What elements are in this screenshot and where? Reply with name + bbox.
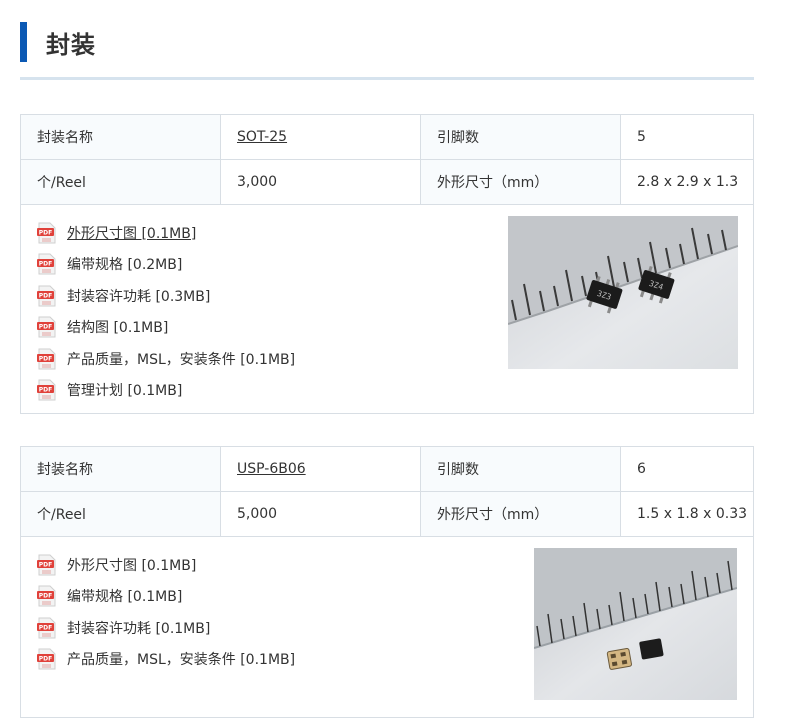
package-card-sot-25: 封装名称 SOT-25 引脚数 5 个/Reel 3,000 外形尺寸（mm） … [20, 114, 754, 414]
document-label: 管理计划 [0.1MB] [67, 383, 183, 400]
table-row: 个/Reel 3,000 外形尺寸（mm） 2.8 x 2.9 x 1.3 [21, 159, 753, 205]
document-label: 外形尺寸图 [0.1MB] [67, 225, 197, 242]
pdf-icon: PDF [37, 285, 56, 307]
pin-count-value: 5 [620, 115, 753, 160]
table-row: 封装名称 USP-6B06 引脚数 6 [21, 447, 753, 492]
package-card-usp-6b06: 封装名称 USP-6B06 引脚数 6 个/Reel 5,000 外形尺寸（mm… [20, 446, 754, 718]
heading-divider [20, 77, 754, 80]
per-reel-value: 5,000 [220, 491, 421, 537]
document-label: 产品质量，MSL，安装条件 [0.1MB] [67, 652, 296, 669]
document-link-quality-msl[interactable]: PDF 产品质量，MSL，安装条件 [0.1MB] [37, 343, 295, 375]
document-label: 外形尺寸图 [0.1MB] [67, 557, 197, 574]
svg-text:PDF: PDF [39, 229, 52, 236]
document-link-tape-spec[interactable]: PDF 编带规格 [0.2MB] [37, 249, 295, 281]
svg-text:PDF: PDF [39, 355, 52, 362]
document-link-tape-spec[interactable]: PDF 编带规格 [0.1MB] [37, 581, 295, 613]
pdf-icon: PDF [37, 222, 56, 244]
svg-text:PDF: PDF [39, 624, 52, 631]
package-spec-table: 封装名称 SOT-25 引脚数 5 个/Reel 3,000 外形尺寸（mm） … [21, 115, 753, 205]
document-label: 产品质量，MSL，安装条件 [0.1MB] [67, 351, 296, 368]
document-link-quality-msl[interactable]: PDF 产品质量，MSL，安装条件 [0.1MB] [37, 644, 295, 676]
pdf-icon: PDF [37, 348, 56, 370]
svg-text:PDF: PDF [39, 656, 52, 663]
pdf-icon: PDF [37, 617, 56, 639]
document-list: PDF 外形尺寸图 [0.1MB] PDF 编带规格 [0.2MB] PDF 封… [37, 217, 295, 406]
heading-accent-bar [20, 22, 27, 62]
package-name-label: 封装名称 [21, 447, 221, 492]
pdf-icon: PDF [37, 585, 56, 607]
svg-text:PDF: PDF [39, 292, 52, 299]
dimensions-label: 外形尺寸（mm） [420, 491, 621, 537]
document-link-structure[interactable]: PDF 结构图 [0.1MB] [37, 312, 295, 344]
pdf-icon: PDF [37, 648, 56, 670]
document-label: 封装容许功耗 [0.3MB] [67, 288, 211, 305]
document-link-outline-drawing[interactable]: PDF 外形尺寸图 [0.1MB] [37, 217, 295, 249]
per-reel-value: 3,000 [220, 159, 421, 205]
document-list: PDF 外形尺寸图 [0.1MB] PDF 编带规格 [0.1MB] PDF 封… [37, 549, 295, 675]
pdf-icon: PDF [37, 379, 56, 401]
pdf-icon: PDF [37, 253, 56, 275]
package-photo-sot-25: 3Z3 3Z4 [508, 216, 738, 369]
document-link-control-plan[interactable]: PDF 管理计划 [0.1MB] [37, 375, 295, 407]
page-title: 封装 [46, 30, 96, 59]
pdf-icon: PDF [37, 554, 56, 576]
document-label: 结构图 [0.1MB] [67, 320, 169, 337]
package-name-link[interactable]: USP-6B06 [237, 461, 306, 477]
document-area: PDF 外形尺寸图 [0.1MB] PDF 编带规格 [0.2MB] PDF 封… [21, 205, 753, 413]
pdf-icon: PDF [37, 316, 56, 338]
document-area: PDF 外形尺寸图 [0.1MB] PDF 编带规格 [0.1MB] PDF 封… [21, 537, 753, 717]
dimensions-label: 外形尺寸（mm） [420, 159, 621, 205]
package-name-link[interactable]: SOT-25 [237, 129, 287, 145]
document-link-power-dissipation[interactable]: PDF 封装容许功耗 [0.3MB] [37, 280, 295, 312]
package-name-cell: USP-6B06 [220, 447, 421, 492]
svg-text:PDF: PDF [39, 593, 52, 600]
svg-text:PDF: PDF [39, 561, 52, 568]
svg-text:PDF: PDF [39, 261, 52, 268]
document-link-outline-drawing[interactable]: PDF 外形尺寸图 [0.1MB] [37, 549, 295, 581]
document-label: 编带规格 [0.2MB] [67, 257, 183, 274]
package-spec-table: 封装名称 USP-6B06 引脚数 6 个/Reel 5,000 外形尺寸（mm… [21, 447, 753, 537]
svg-text:PDF: PDF [39, 324, 52, 331]
dimensions-value: 1.5 x 1.8 x 0.33 [620, 491, 753, 537]
package-name-label: 封装名称 [21, 115, 221, 160]
package-name-cell: SOT-25 [220, 115, 421, 160]
svg-text:PDF: PDF [39, 387, 52, 394]
document-label: 封装容许功耗 [0.1MB] [67, 620, 211, 637]
table-row: 封装名称 SOT-25 引脚数 5 [21, 115, 753, 160]
document-link-power-dissipation[interactable]: PDF 封装容许功耗 [0.1MB] [37, 612, 295, 644]
package-photo-usp-6b06 [534, 548, 737, 700]
per-reel-label: 个/Reel [21, 491, 221, 537]
dimensions-value: 2.8 x 2.9 x 1.3 [620, 159, 753, 205]
section-heading: 封装 [20, 22, 96, 62]
pin-count-value: 6 [620, 447, 753, 492]
pin-count-label: 引脚数 [420, 447, 621, 492]
document-label: 编带规格 [0.1MB] [67, 589, 183, 606]
table-row: 个/Reel 5,000 外形尺寸（mm） 1.5 x 1.8 x 0.33 [21, 491, 753, 537]
per-reel-label: 个/Reel [21, 159, 221, 205]
pin-count-label: 引脚数 [420, 115, 621, 160]
